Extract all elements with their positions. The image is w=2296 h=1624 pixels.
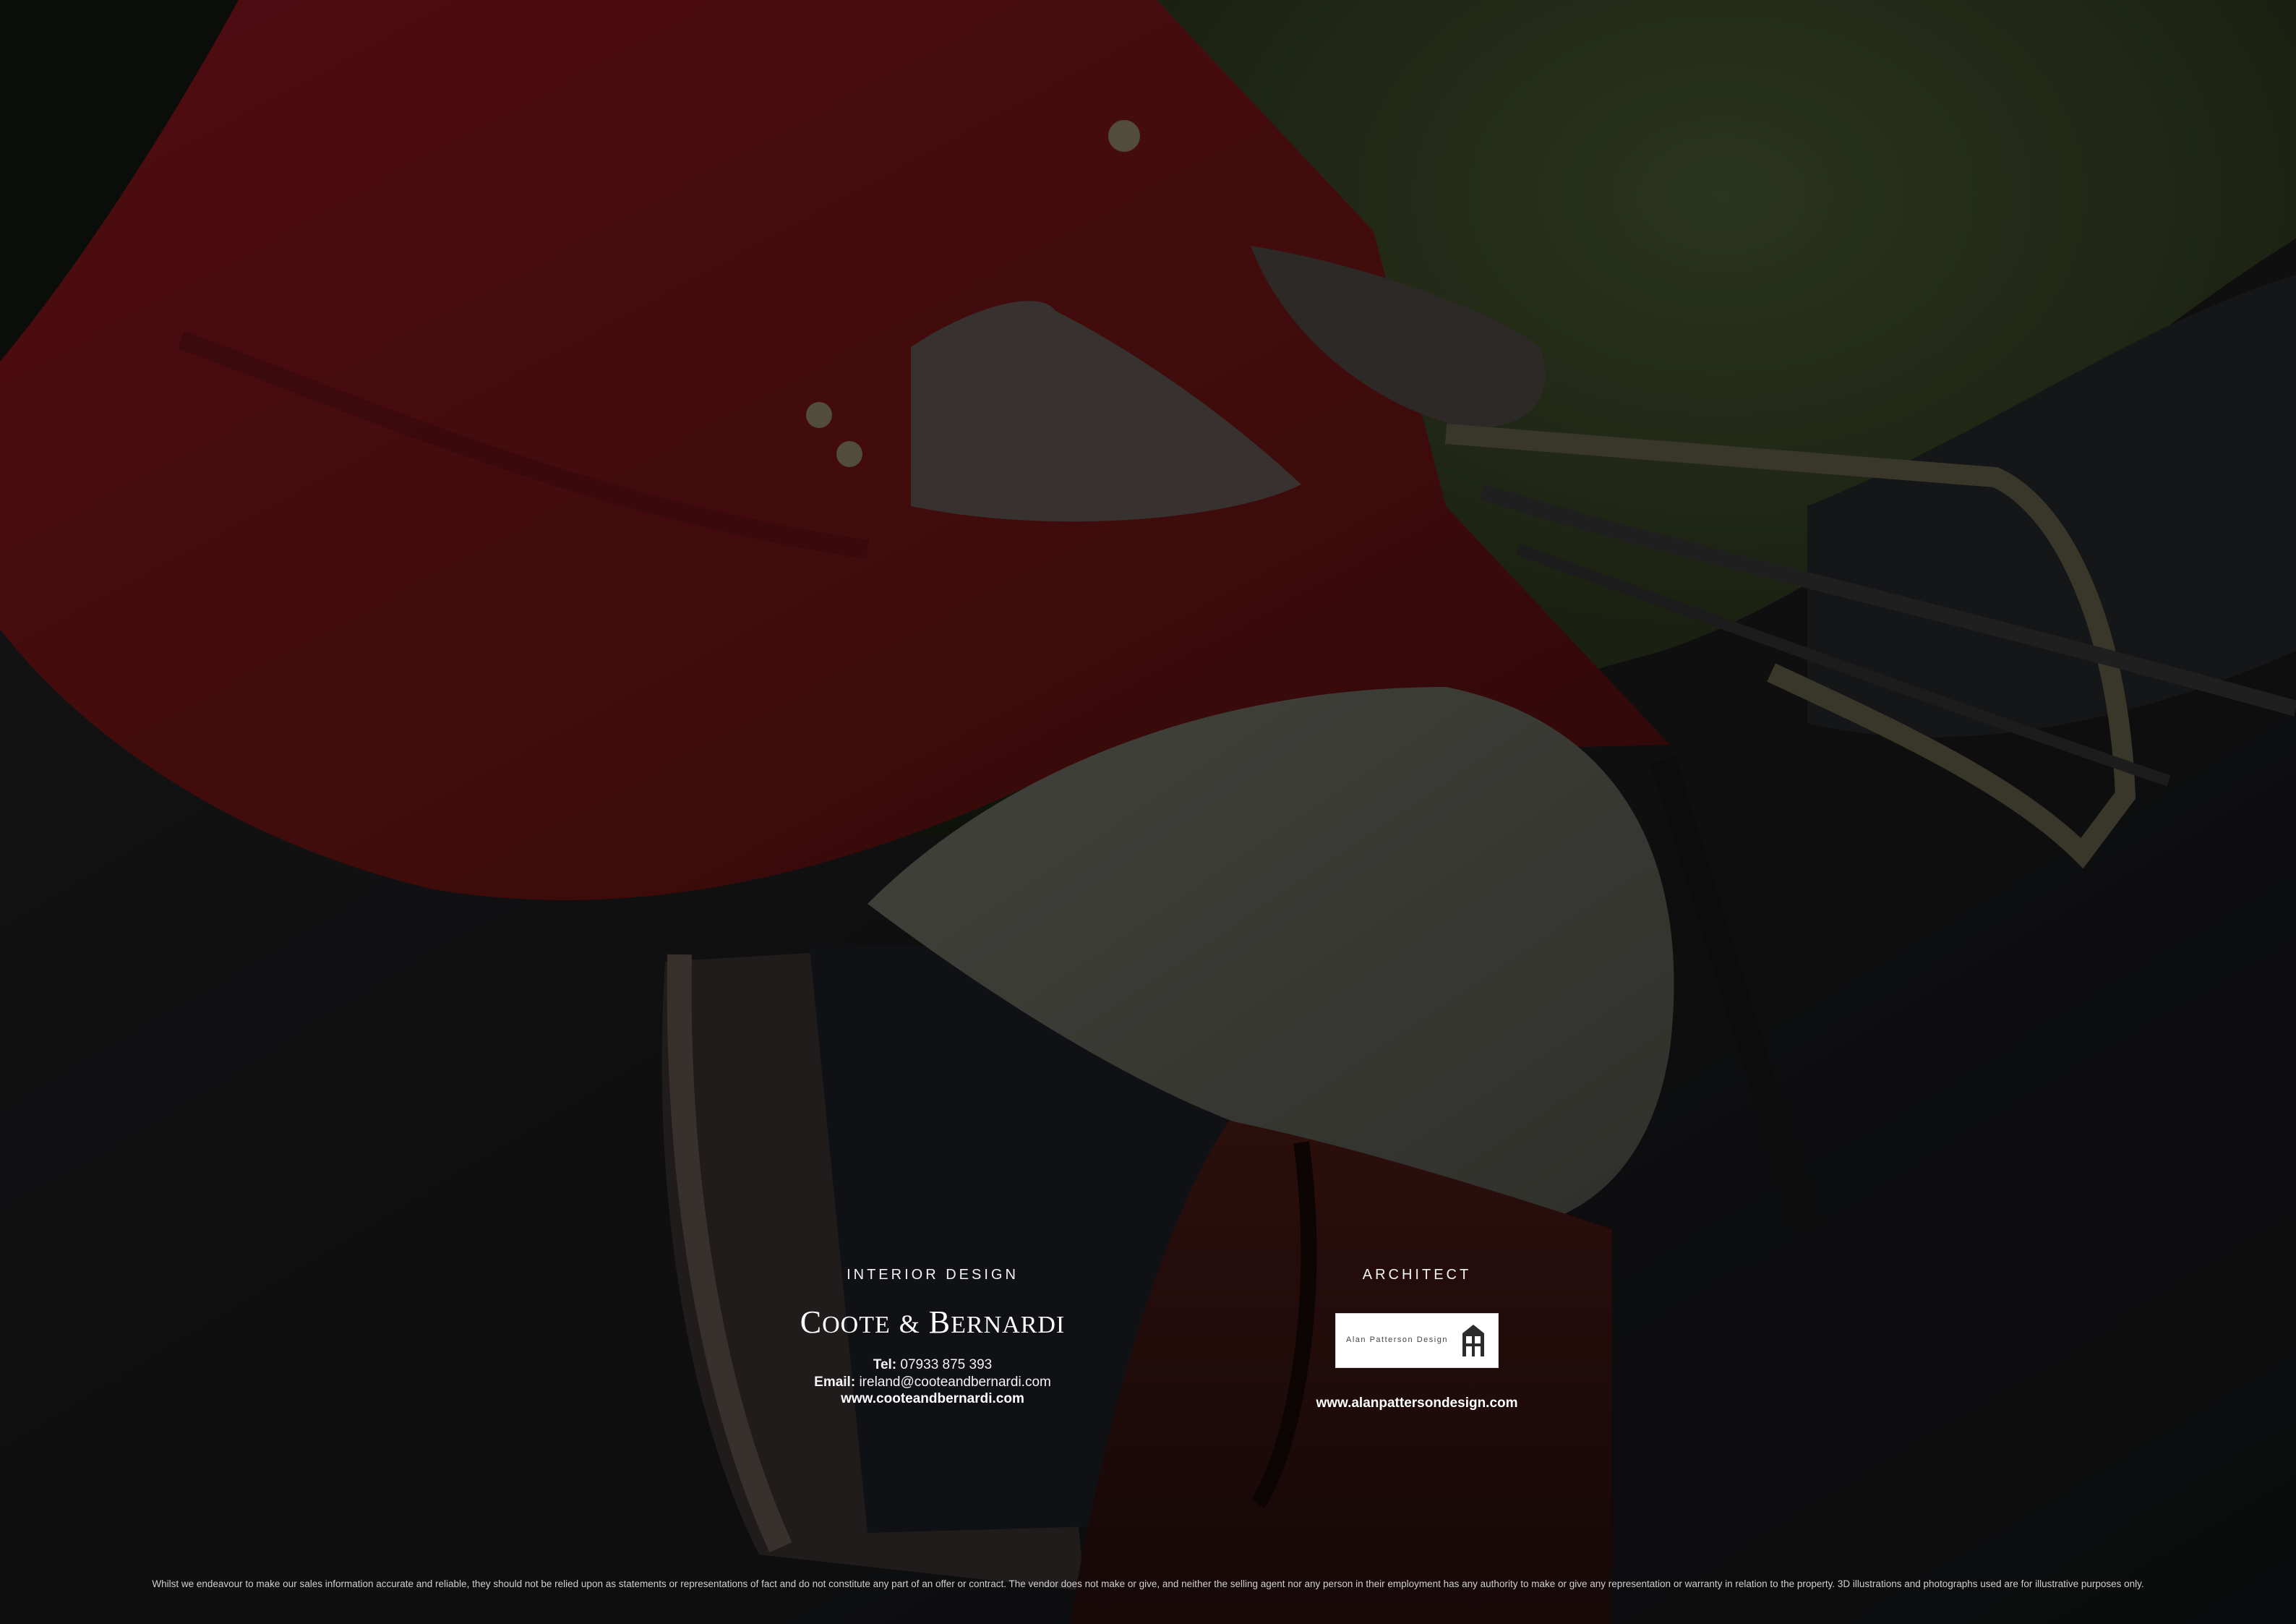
email-line: Email: ireland@cooteandbernardi.com bbox=[752, 1374, 1113, 1391]
email-address[interactable]: ireland@cooteandbernardi.com bbox=[859, 1375, 1050, 1390]
phone-number[interactable]: 07933 875 393 bbox=[900, 1357, 992, 1372]
legal-disclaimer: Whilst we endeavour to make our sales in… bbox=[152, 1578, 2144, 1589]
building-icon bbox=[1462, 1325, 1484, 1356]
background-photo bbox=[0, 0, 2296, 1624]
architect-heading: ARCHITECT bbox=[1362, 1267, 1472, 1283]
email-label: Email: bbox=[814, 1375, 856, 1390]
architect-block: ARCHITECT bbox=[1272, 1267, 1562, 1283]
brand-first-initial: C bbox=[800, 1304, 823, 1340]
architect-website-wrap: www.alanpattersondesign.com bbox=[1272, 1396, 1562, 1411]
phone-label: Tel: bbox=[873, 1357, 897, 1372]
brand-first-rest: OOTE bbox=[822, 1312, 891, 1338]
alan-patterson-logo: Alan Patterson Design bbox=[1335, 1313, 1499, 1368]
phone-line: Tel: 07933 875 393 bbox=[752, 1356, 1113, 1374]
brand-second-initial: B bbox=[928, 1304, 951, 1340]
alan-patterson-website-link[interactable]: www.alanpattersondesign.com bbox=[1272, 1396, 1562, 1411]
brand-second-rest: ERNARDI bbox=[951, 1312, 1066, 1338]
coote-bernardi-logo: COOTE & BERNARDI bbox=[752, 1304, 1113, 1341]
alan-patterson-logo-text: Alan Patterson Design bbox=[1346, 1335, 1448, 1344]
brand-ampersand: & bbox=[899, 1309, 920, 1338]
interior-design-heading: INTERIOR DESIGN bbox=[847, 1267, 1019, 1283]
coote-bernardi-website-link[interactable]: www.cooteandbernardi.com bbox=[752, 1391, 1113, 1407]
interior-design-block: INTERIOR DESIGN COOTE & BERNARDI Tel: 07… bbox=[752, 1267, 1113, 1407]
